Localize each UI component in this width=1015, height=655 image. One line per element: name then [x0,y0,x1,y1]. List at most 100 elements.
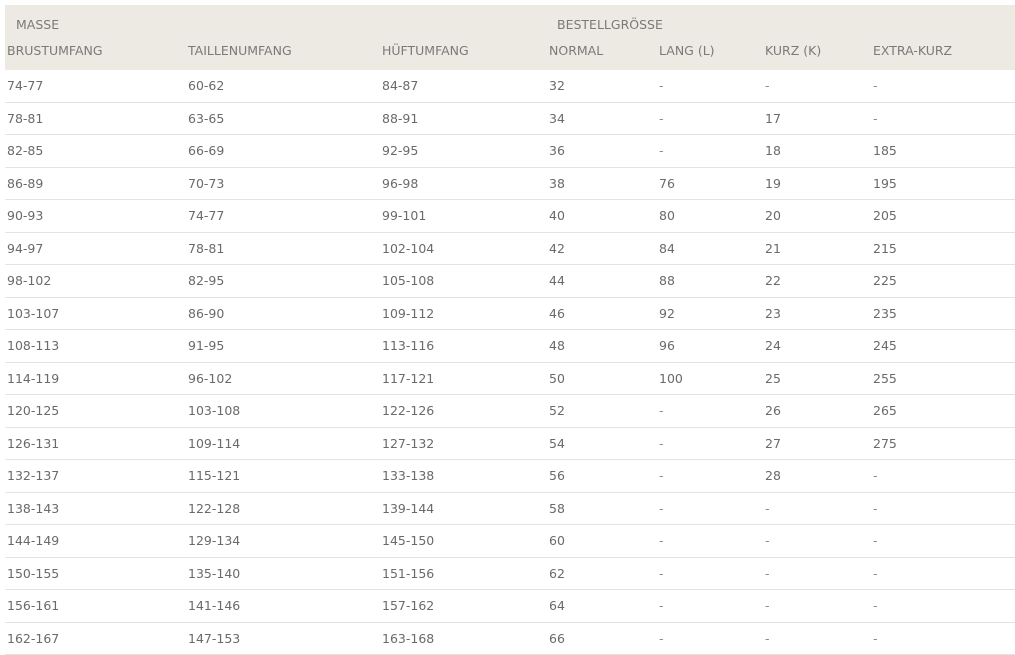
table-body: 74-77 60-62 84-87 32- - -78-81 63-65 88-91 34-17… [5,70,1015,655]
cell-taillenumfang: 74-77 [186,199,380,233]
header-group-row: MASSE BESTELLGRÖSSE [5,5,1015,39]
table-row: 114-119 96-102 117-121 50 100 25 255 [5,362,1015,395]
cell-brustumfang: 74-77 [5,70,186,103]
column-header-brustumfang: BRUSTUMFANG [7,43,103,58]
cell-lang: - [657,134,764,168]
cell-lang: - [657,70,764,103]
table-row: 90-93 74-77 99-101 40 80 20 205 [5,199,1015,233]
cell-extra-kurz: - [871,589,1015,623]
cell-lang: - [657,557,764,590]
cell-normal: 34 [547,102,658,135]
cell-extra-kurz: 205 [871,199,1015,233]
cell-brustumfang: 114-119 [5,362,186,395]
cell-normal: 40 [547,199,658,233]
cell-lang: - [657,524,764,558]
cell-kurz: 28 [763,459,872,493]
cell-lang: - [657,459,764,493]
table-row: 150-155 135-140 151-156 62- - - [5,557,1015,590]
cell-extra-kurz: 195 [871,167,1015,200]
cell-normal: 32 [547,70,658,103]
cell-kurz: 22 [763,264,872,298]
cell-kurz: 24 [763,329,872,363]
cell-extra-kurz: 245 [871,329,1015,363]
cell-hueftumfang: 99-101 [380,199,548,233]
cell-lang: - [657,394,764,428]
cell-normal: 54 [547,427,658,460]
cell-hueftumfang: 127-132 [380,427,548,460]
cell-brustumfang: 132-137 [5,459,186,493]
cell-taillenumfang: 115-121 [186,459,380,493]
table-row: 138-143 122-128 139-144 58- - - [5,492,1015,525]
cell-kurz: 27 [763,427,872,460]
cell-normal: 62 [547,557,658,590]
cell-extra-kurz: - [871,70,1015,103]
cell-taillenumfang: 109-114 [186,427,380,460]
cell-brustumfang: 162-167 [5,622,186,655]
cell-extra-kurz: - [871,492,1015,525]
cell-normal: 50 [547,362,658,395]
table-row: 120-125 103-108 122-126 52-26 265 [5,394,1015,428]
cell-extra-kurz: 235 [871,297,1015,330]
cell-kurz: - [763,557,872,590]
column-header-kurz: KURZ (K) [765,43,822,58]
cell-lang: 100 [657,362,764,395]
cell-brustumfang: 144-149 [5,524,186,558]
cell-normal: 36 [547,134,658,168]
cell-normal: 58 [547,492,658,525]
cell-hueftumfang: 139-144 [380,492,548,525]
cell-taillenumfang: 70-73 [186,167,380,200]
cell-taillenumfang: 103-108 [186,394,380,428]
cell-normal: 42 [547,232,658,265]
table-row: 103-107 86-90 109-112 46 92 23 235 [5,297,1015,330]
group-header-masse: MASSE [16,16,60,32]
cell-extra-kurz: - [871,622,1015,655]
cell-kurz: 17 [763,102,872,135]
cell-kurz: - [763,622,872,655]
cell-normal: 66 [547,622,658,655]
table-row: 132-137 115-121 133-138 56-28- [5,459,1015,493]
cell-hueftumfang: 157-162 [380,589,548,623]
size-chart-table: MASSE BESTELLGRÖSSE BRUSTUMFANG TAILLENU… [5,5,1015,655]
cell-normal: 48 [547,329,658,363]
cell-hueftumfang: 145-150 [380,524,548,558]
cell-kurz: 25 [763,362,872,395]
cell-extra-kurz: 225 [871,264,1015,298]
cell-hueftumfang: 96-98 [380,167,548,200]
cell-brustumfang: 156-161 [5,589,186,623]
cell-kurz: - [763,70,872,103]
cell-brustumfang: 82-85 [5,134,186,168]
cell-extra-kurz: 255 [871,362,1015,395]
cell-kurz: 19 [763,167,872,200]
cell-hueftumfang: 151-156 [380,557,548,590]
cell-extra-kurz: 275 [871,427,1015,460]
cell-kurz: 18 [763,134,872,168]
table-row: 108-113 91-95 113-116 48 96 24 245 [5,329,1015,363]
group-header-bestellgroesse: BESTELLGRÖSSE [557,16,663,32]
cell-taillenumfang: 129-134 [186,524,380,558]
cell-hueftumfang: 88-91 [380,102,548,135]
cell-taillenumfang: 66-69 [186,134,380,168]
cell-hueftumfang: 102-104 [380,232,548,265]
cell-taillenumfang: 78-81 [186,232,380,265]
column-header-lang: LANG (L) [659,43,715,58]
table-row: 144-149 129-134 145-150 60- - - [5,524,1015,558]
cell-kurz: - [763,524,872,558]
cell-lang: - [657,427,764,460]
cell-normal: 56 [547,459,658,493]
table-row: 94-97 78-81 102-104 42 84 21 215 [5,232,1015,265]
cell-extra-kurz: 265 [871,394,1015,428]
cell-brustumfang: 138-143 [5,492,186,525]
cell-lang: 92 [657,297,764,330]
cell-taillenumfang: 63-65 [186,102,380,135]
cell-lang: - [657,622,764,655]
cell-lang: - [657,589,764,623]
cell-kurz: - [763,492,872,525]
cell-brustumfang: 86-89 [5,167,186,200]
table-row: 82-85 66-69 92-95 36-18 185 [5,134,1015,168]
table-row: 86-89 70-73 96-98 38 76 19 195 [5,167,1015,200]
cell-hueftumfang: 109-112 [380,297,548,330]
cell-lang: - [657,492,764,525]
cell-brustumfang: 98-102 [5,264,186,298]
cell-hueftumfang: 133-138 [380,459,548,493]
cell-brustumfang: 94-97 [5,232,186,265]
